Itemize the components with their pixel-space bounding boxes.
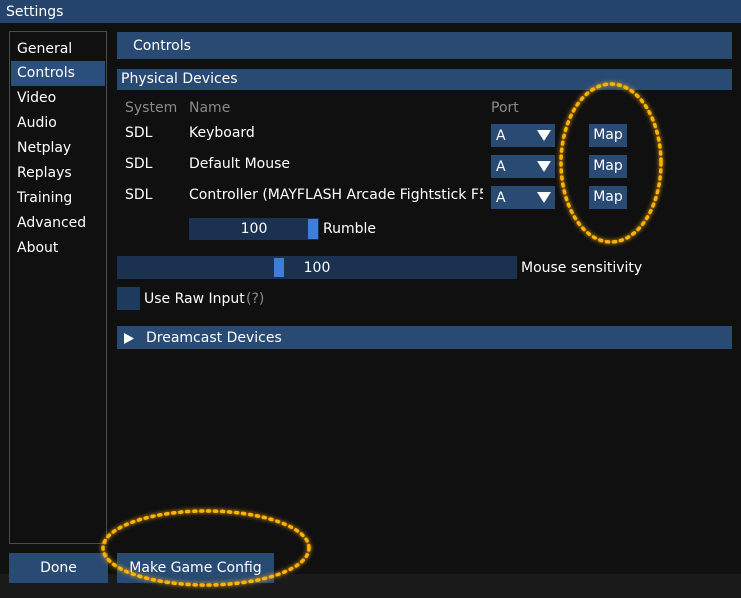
port-select-keyboard[interactable]: A — [491, 124, 555, 147]
sidebar-item-netplay[interactable]: Netplay — [11, 136, 105, 161]
port-value: A — [496, 128, 506, 144]
rumble-slider[interactable]: 100 — [189, 218, 319, 240]
done-button[interactable]: Done — [9, 553, 108, 583]
triangle-down-icon[interactable] — [533, 155, 555, 178]
device-name: Default Mouse — [189, 156, 291, 172]
sidebar-item-audio[interactable]: Audio — [11, 111, 105, 136]
sidebar-item-training[interactable]: Training — [11, 186, 105, 211]
footer-bar — [0, 574, 741, 598]
map-button-controller[interactable]: Map — [589, 186, 627, 209]
mouse-sensitivity-label: Mouse sensitivity — [521, 260, 643, 276]
device-name: Controller (MAYFLASH Arcade Fightstick F… — [189, 187, 483, 203]
sidebar-item-replays[interactable]: Replays — [11, 161, 105, 186]
map-button-keyboard[interactable]: Map — [589, 124, 627, 147]
device-system: SDL — [125, 156, 153, 172]
sidebar-item-video[interactable]: Video — [11, 86, 105, 111]
map-button-mouse[interactable]: Map — [589, 155, 627, 178]
window-title: Settings — [6, 4, 64, 20]
settings-sidebar: General Controls Video Audio Netplay Rep… — [9, 31, 107, 544]
port-select-controller[interactable]: A — [491, 186, 555, 209]
sidebar-item-controls[interactable]: Controls — [11, 61, 105, 86]
raw-input-label: Use Raw Input — [144, 291, 245, 307]
device-system: SDL — [125, 125, 153, 141]
port-value: A — [496, 190, 506, 206]
section-title: Controls — [133, 38, 191, 54]
physical-devices-title: Physical Devices — [121, 71, 238, 87]
column-header-port: Port — [491, 100, 519, 116]
sidebar-item-about[interactable]: About — [11, 236, 105, 261]
raw-input-checkbox[interactable] — [117, 287, 140, 310]
physical-devices-header[interactable]: Physical Devices — [117, 69, 732, 90]
column-header-name: Name — [189, 100, 231, 116]
port-select-mouse[interactable]: A — [491, 155, 555, 178]
triangle-right-icon — [124, 332, 134, 348]
rumble-value: 100 — [240, 221, 268, 237]
rumble-label: Rumble — [323, 221, 376, 237]
device-name: Keyboard — [189, 125, 255, 141]
sidebar-item-advanced[interactable]: Advanced — [11, 211, 105, 236]
column-header-system: System — [125, 100, 178, 116]
raw-input-help[interactable]: (?) — [246, 291, 264, 307]
section-title-bar: Controls — [117, 32, 732, 59]
triangle-down-icon[interactable] — [533, 186, 555, 209]
window-titlebar: Settings — [0, 0, 741, 23]
dreamcast-devices-label: Dreamcast Devices — [146, 330, 282, 346]
dreamcast-devices-header[interactable]: Dreamcast Devices — [117, 326, 732, 349]
device-system: SDL — [125, 187, 153, 203]
mouse-sensitivity-value: 100 — [303, 260, 331, 276]
port-value: A — [496, 159, 506, 175]
mouse-sensitivity-slider[interactable]: 100 — [117, 256, 517, 279]
make-game-config-button[interactable]: Make Game Config — [117, 553, 274, 583]
triangle-down-icon[interactable] — [533, 124, 555, 147]
sidebar-item-general[interactable]: General — [11, 37, 105, 62]
